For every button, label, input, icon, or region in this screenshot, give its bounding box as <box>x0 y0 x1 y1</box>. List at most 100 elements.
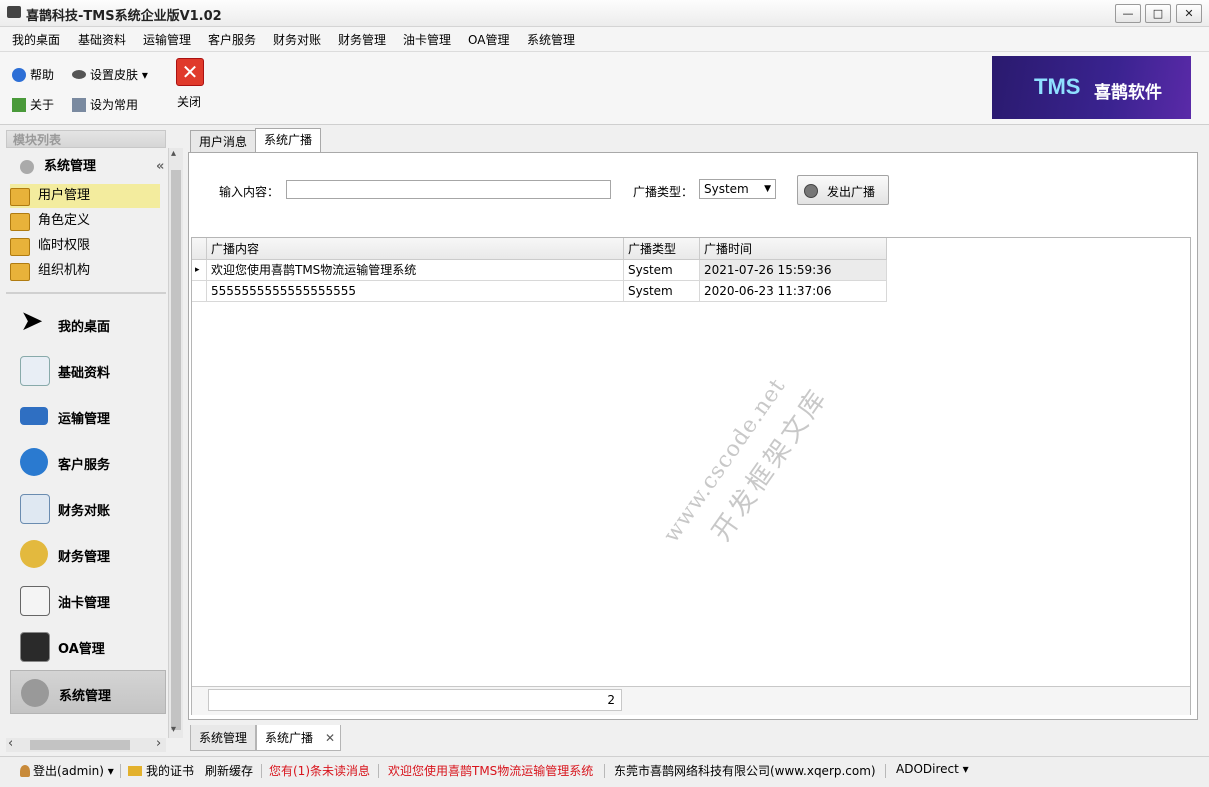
broadcast-grid: 广播内容 广播类型 广播时间 ▸ 欢迎您使用喜鹊TMS物流运输管理系统 Syst… <box>191 237 1191 715</box>
folder-permission-icon <box>10 238 30 256</box>
row-count: 2 <box>208 689 622 711</box>
user-icon <box>20 448 48 476</box>
home-icon <box>12 98 26 112</box>
menu-system[interactable]: 系统管理 <box>527 31 575 48</box>
gear-icon <box>21 679 49 707</box>
cell-time[interactable]: 2021-07-26 15:59:36 <box>700 260 887 281</box>
col-header-type[interactable]: 广播类型 <box>624 238 700 260</box>
monitor-icon <box>20 632 50 662</box>
ribbon-toolbar: 帮助 设置皮肤 ▾ 关于 设为常用 ✕ 关闭 TMS 喜鹊软件 <box>0 52 1209 125</box>
cell-content[interactable]: 5555555555555555555 <box>207 281 624 302</box>
nav-oa[interactable]: OA管理 <box>10 624 166 668</box>
input-content-label: 输入内容： <box>219 185 280 199</box>
nav-system[interactable]: 系统管理 <box>10 670 166 714</box>
nav-customer-service[interactable]: 客户服务 <box>10 440 166 484</box>
maximize-button[interactable]: □ <box>1145 4 1171 23</box>
main-area: 用户消息 系统广播 输入内容： 广播类型： System ▼ 发出广播 广播内容… <box>188 128 1202 722</box>
divider <box>604 764 605 778</box>
menu-transport[interactable]: 运输管理 <box>143 31 191 48</box>
truck-icon <box>7 6 21 18</box>
menu-basic-data[interactable]: 基础资料 <box>78 31 126 48</box>
user-icon <box>20 765 30 777</box>
col-header-content[interactable]: 广播内容 <box>207 238 624 260</box>
nav-fuel-card[interactable]: 油卡管理 <box>10 578 166 622</box>
left-vertical-scrollbar[interactable]: ▴ ▾ <box>168 148 183 738</box>
folder-org-icon <box>10 263 30 281</box>
close-tab-icon[interactable]: ✕ <box>325 725 335 751</box>
scroll-right-icon[interactable]: › <box>156 736 161 751</box>
broadcast-type-select[interactable]: System ▼ <box>699 179 776 199</box>
help-button[interactable]: 帮助 <box>12 66 54 83</box>
scroll-left-icon[interactable]: ‹ <box>8 736 13 751</box>
cell-content[interactable]: 欢迎您使用喜鹊TMS物流运输管理系统 <box>207 260 624 281</box>
my-cert-button[interactable]: 我的证书 <box>128 762 194 779</box>
menu-finance[interactable]: 财务管理 <box>338 31 386 48</box>
db-driver-menu[interactable]: ADODirect ▾ <box>896 762 969 776</box>
about-button[interactable]: 关于 <box>12 96 54 113</box>
sub-item-organization[interactable]: 组织机构 <box>10 259 160 283</box>
sub-item-temp-permission[interactable]: 临时权限 <box>10 234 160 258</box>
sub-item-user-management[interactable]: 用户管理 <box>10 184 160 208</box>
nav-finance-reconcile[interactable]: 财务对账 <box>10 486 166 530</box>
logout-menu[interactable]: 登出(admin) ▾ <box>20 762 114 779</box>
divider <box>378 764 379 778</box>
left-horizontal-scrollbar[interactable]: ‹ › <box>6 736 166 752</box>
module-list-header: 模块列表 <box>6 130 166 148</box>
folder-role-icon <box>10 213 30 231</box>
menu-fuel-card[interactable]: 油卡管理 <box>403 31 451 48</box>
nav-transport[interactable]: 运输管理 <box>10 394 166 438</box>
send-broadcast-button[interactable]: 发出广播 <box>797 175 889 205</box>
close-window-button[interactable]: ✕ <box>1176 4 1202 23</box>
minimize-button[interactable]: — <box>1115 4 1141 23</box>
divider <box>885 764 886 778</box>
company-text: 东莞市喜鹊网络科技有限公司(www.xqerp.com) <box>614 764 876 778</box>
collapse-icon[interactable]: « <box>156 154 164 180</box>
tab-user-messages[interactable]: 用户消息 <box>190 130 257 152</box>
scroll-down-icon[interactable]: ▾ <box>171 724 176 735</box>
divider <box>6 292 166 294</box>
group-system-management[interactable]: 系统管理 « <box>10 154 166 180</box>
cell-time[interactable]: 2020-06-23 11:37:06 <box>700 281 887 302</box>
cell-type[interactable]: System <box>624 281 700 302</box>
menu-bar: 我的桌面 基础资料 运输管理 客户服务 财务对账 财务管理 油卡管理 OA管理 … <box>0 27 1209 52</box>
divider <box>261 764 262 778</box>
cursor-icon: ➤ <box>20 304 44 337</box>
window-icon <box>20 586 50 616</box>
tab-system-broadcast[interactable]: 系统广播 <box>255 128 322 153</box>
doc-tab-system-management[interactable]: 系统管理 <box>190 725 257 751</box>
close-button-label[interactable]: 关闭 <box>177 93 201 110</box>
broadcast-content-input[interactable] <box>286 180 611 199</box>
close-icon[interactable]: ✕ <box>176 58 204 86</box>
doc-tab-system-broadcast[interactable]: 系统广播 ✕ <box>256 725 341 751</box>
speaker-icon <box>804 184 818 198</box>
spreadsheet-icon <box>20 494 50 524</box>
divider <box>120 764 121 778</box>
cell-type[interactable]: System <box>624 260 700 281</box>
eye-icon <box>72 70 86 79</box>
hscroll-thumb[interactable] <box>30 740 130 750</box>
menu-oa[interactable]: OA管理 <box>468 31 509 48</box>
menu-finance-reconcile[interactable]: 财务对账 <box>273 31 321 48</box>
truck-icon <box>20 407 48 425</box>
bookmark-icon <box>72 98 86 112</box>
refresh-cache-button[interactable]: 刷新缓存 <box>205 762 253 779</box>
scroll-thumb[interactable] <box>171 170 181 730</box>
row-indicator <box>192 281 207 302</box>
folder-user-icon <box>10 188 30 206</box>
nav-finance[interactable]: 财务管理 <box>10 532 166 576</box>
col-header-time[interactable]: 广播时间 <box>700 238 887 260</box>
sub-item-role-definition[interactable]: 角色定义 <box>10 209 160 233</box>
skin-button[interactable]: 设置皮肤 ▾ <box>72 66 148 83</box>
nav-basic-data[interactable]: 基础资料 <box>10 348 166 392</box>
status-bar: 登出(admin) ▾ 我的证书 刷新缓存 您有(1)条未读消息 欢迎您使用喜鹊… <box>0 756 1209 787</box>
grid-corner <box>192 238 207 260</box>
unread-message-link[interactable]: 您有(1)条未读消息 <box>269 762 370 779</box>
menu-my-desktop[interactable]: 我的桌面 <box>12 31 60 48</box>
broadcast-type-label: 广播类型： <box>633 185 694 199</box>
menu-customer-service[interactable]: 客户服务 <box>208 31 256 48</box>
dropdown-arrow-icon: ▼ <box>764 184 771 194</box>
set-common-button[interactable]: 设为常用 <box>72 96 138 113</box>
nav-my-desktop[interactable]: ➤ 我的桌面 <box>10 302 166 346</box>
scroll-up-icon[interactable]: ▴ <box>171 148 176 159</box>
tms-logo: TMS 喜鹊软件 <box>992 56 1191 119</box>
